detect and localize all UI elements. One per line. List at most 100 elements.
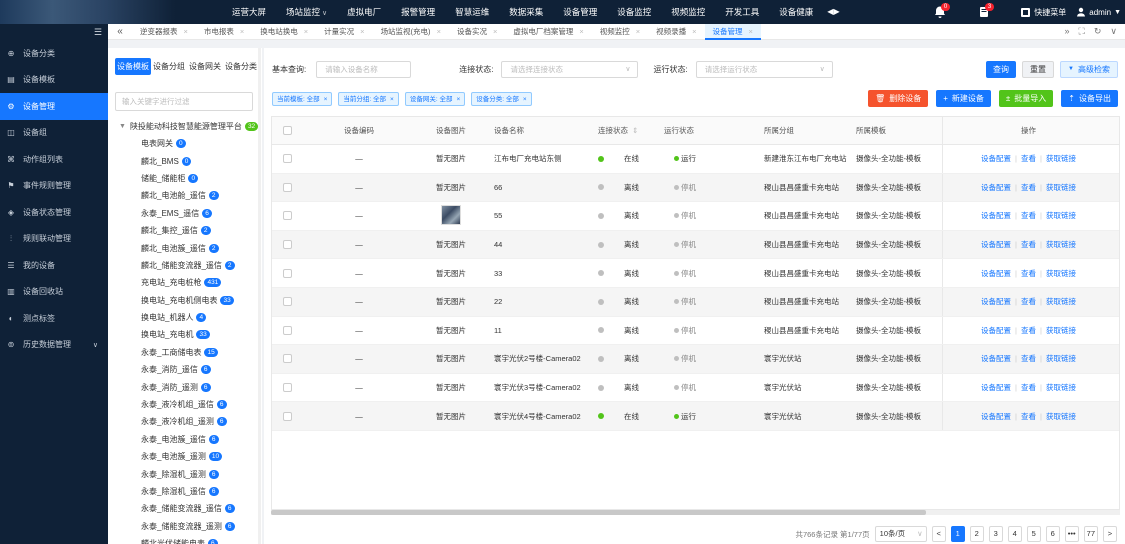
conn-status-select[interactable]: 请选择连接状态 ∨ (501, 61, 639, 78)
device-name-input[interactable]: 请输入设备名称 (316, 61, 412, 78)
message-icon[interactable]: 3 (977, 3, 995, 19)
delete-device-button[interactable]: 🗑 删除设备 (868, 90, 929, 107)
prev-page-button[interactable]: < (931, 526, 946, 542)
tree-node[interactable]: 永泰_消防_遥信 6 (108, 361, 262, 378)
tree-node[interactable]: 永泰_液冷机组_遥信 6 (108, 396, 262, 413)
sidebar-item[interactable]: ◈ 设备状态管理 (0, 199, 108, 226)
tree-node[interactable]: 电表网关 0 (108, 135, 262, 152)
close-icon[interactable]: × (360, 27, 364, 36)
get-link-link[interactable]: 获取链接 (1046, 210, 1076, 221)
tab-device-group[interactable]: 设备分组 (151, 58, 187, 75)
batch-import-button[interactable]: ± 批量导入 (998, 90, 1054, 107)
view-link[interactable]: 查看 (1021, 153, 1036, 164)
view-link[interactable]: 查看 (1021, 239, 1036, 250)
device-config-link[interactable]: 设备配置 (981, 182, 1011, 193)
device-config-link[interactable]: 设备配置 (981, 325, 1011, 336)
page-button[interactable]: 77 (1083, 526, 1098, 542)
device-config-link[interactable]: 设备配置 (981, 382, 1011, 393)
get-link-link[interactable]: 获取链接 (1046, 296, 1076, 307)
table-horizontal-scrollbar[interactable] (271, 510, 1120, 515)
close-icon[interactable]: × (324, 96, 328, 103)
tree-node[interactable]: 麟北_电池舱_遥信 2 (108, 187, 262, 204)
checkbox-box[interactable] (282, 411, 292, 421)
row-checkbox[interactable] (272, 182, 302, 192)
row-checkbox[interactable] (272, 297, 302, 307)
page-tab[interactable]: 市电报表 × (196, 24, 252, 40)
query-button[interactable]: 查询 (986, 61, 1017, 78)
close-icon[interactable]: × (636, 27, 640, 36)
tree-node[interactable]: 换电站_充电机侧电表 33 (108, 292, 262, 309)
page-button[interactable]: 1 (950, 526, 965, 542)
close-icon[interactable]: × (304, 27, 308, 36)
checkbox-box[interactable] (282, 354, 292, 364)
page-tab[interactable]: 设备管理 × (704, 23, 761, 40)
view-link[interactable]: 查看 (1021, 353, 1036, 364)
close-icon[interactable]: × (437, 27, 441, 36)
sidebar-item[interactable]: ⊕ 设备分类 (0, 40, 108, 67)
topnav-item[interactable]: 设备监控 (607, 0, 661, 24)
view-link[interactable]: 查看 (1021, 210, 1036, 221)
caret-down-icon[interactable]: ▼ (119, 123, 126, 130)
page-button[interactable]: 3 (988, 526, 1003, 542)
close-icon[interactable]: × (184, 27, 188, 36)
page-size-select[interactable]: 10条/页 ∨ (874, 526, 927, 542)
tree-root[interactable]: ▼ 陕投能动科技智慧能源管理平台 32 (108, 118, 262, 135)
view-link[interactable]: 查看 (1021, 268, 1036, 279)
view-link[interactable]: 查看 (1021, 296, 1036, 307)
sidebar-item[interactable]: ☰ 我的设备 (0, 252, 108, 279)
topnav-scroll-arrows[interactable]: ◀▶ (823, 0, 843, 24)
get-link-link[interactable]: 获取链接 (1046, 239, 1076, 250)
sidebar-item[interactable]: ◫ 设备组 (0, 120, 108, 147)
user-menu[interactable]: admin ▼ (1076, 7, 1121, 17)
tree-node[interactable]: 永泰_电池簇_遥信 6 (108, 431, 262, 448)
page-button[interactable]: 2 (969, 526, 984, 542)
next-page-button[interactable]: > (1103, 526, 1117, 542)
tab-device-template[interactable]: 设备模板 (115, 58, 151, 75)
tree-node[interactable]: 永泰_除湿机_遥测 6 (108, 465, 262, 482)
tree-node[interactable]: 麟北_储能变流器_遥信 2 (108, 257, 262, 274)
get-link-link[interactable]: 获取链接 (1046, 382, 1076, 393)
get-link-link[interactable]: 获取链接 (1046, 325, 1076, 336)
fullscreen-icon[interactable]: ⛶ (1079, 26, 1085, 37)
sidebar-item[interactable]: ▤ 设备模板 (0, 67, 108, 94)
tree-node[interactable]: 充电站_充电桩枪 431 (108, 274, 262, 291)
advanced-search-button[interactable]: ▼ 高级检索 (1060, 61, 1118, 78)
menu-toggle-icon[interactable]: ☰ (0, 24, 108, 40)
checkbox-box[interactable] (282, 297, 292, 307)
page-button[interactable]: ••• (1064, 526, 1079, 542)
close-icon[interactable]: × (493, 27, 497, 36)
close-icon[interactable]: × (456, 96, 460, 103)
filter-tag[interactable]: 设备分类: 全部 × (471, 92, 532, 106)
page-tab[interactable]: 场站监视(充电) × (373, 24, 449, 40)
checkbox-box[interactable] (282, 268, 292, 278)
topnav-item[interactable]: 虚拟电厂 (337, 0, 391, 24)
get-link-link[interactable]: 获取链接 (1046, 353, 1076, 364)
export-device-button[interactable]: ⇡ 设备导出 (1061, 90, 1118, 107)
view-link[interactable]: 查看 (1021, 325, 1036, 336)
panel-scrollbar[interactable] (258, 48, 261, 544)
topnav-item[interactable]: 场站监控 ∨ (276, 0, 337, 24)
alarm-bell-icon[interactable]: 0 (933, 3, 951, 19)
close-icon[interactable]: × (523, 96, 527, 103)
tree-filter-input[interactable]: 输入关键字进行过滤 (115, 92, 253, 111)
close-icon[interactable]: × (692, 27, 696, 36)
quick-menu-button[interactable]: 快捷菜单 (1021, 7, 1066, 18)
device-config-link[interactable]: 设备配置 (981, 411, 1011, 422)
close-icon[interactable]: × (240, 27, 244, 36)
get-link-link[interactable]: 获取链接 (1046, 182, 1076, 193)
device-config-link[interactable]: 设备配置 (981, 353, 1011, 364)
reset-button[interactable]: 重置 (1022, 61, 1055, 78)
tree-node[interactable]: 换电站_充电机 33 (108, 326, 262, 343)
tree-node[interactable]: 永泰_EMS_遥信 6 (108, 205, 262, 222)
topnav-item[interactable]: 运营大屏 (222, 0, 276, 24)
tabs-scroll-right-icon[interactable]: » (1065, 26, 1070, 37)
checkbox-box[interactable] (282, 211, 292, 221)
row-checkbox[interactable] (272, 268, 302, 278)
tree-node[interactable]: 麟北光伏储能电表 6 (108, 535, 262, 544)
topnav-item[interactable]: 开发工具 (715, 0, 769, 24)
page-tab[interactable]: 设备实况 × (449, 24, 505, 40)
scrollbar-thumb[interactable] (271, 510, 926, 515)
sidebar-item[interactable]: ⊚ 历史数据管理 ∨ (0, 332, 108, 359)
get-link-link[interactable]: 获取链接 (1046, 153, 1076, 164)
topnav-item[interactable]: 智慧运维 (445, 0, 499, 24)
